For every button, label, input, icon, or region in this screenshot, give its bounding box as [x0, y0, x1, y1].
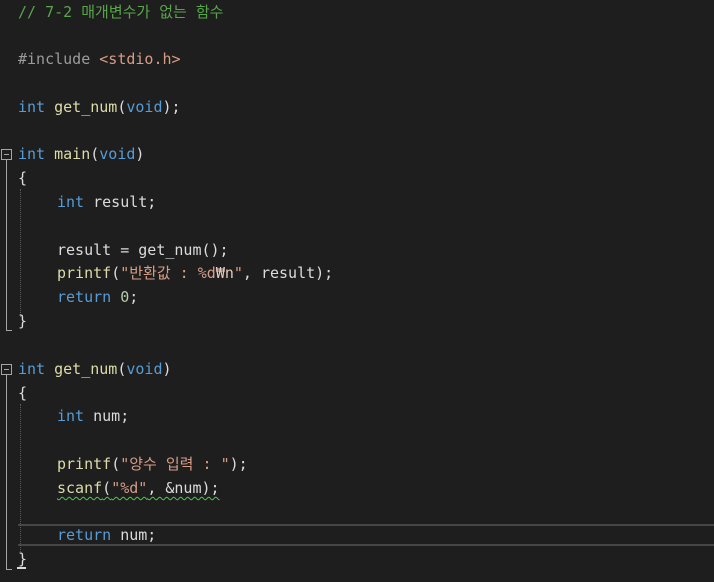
main-printf-rest: , result); — [242, 264, 334, 282]
scanf-warning-squiggle[interactable]: scanf("%d", &num); — [57, 479, 220, 497]
main-printf-escape: ₩n — [215, 264, 234, 282]
proto-function-name: get_num — [54, 98, 118, 116]
get-num-return-type: int — [18, 360, 46, 378]
code-line-get-num-brace-open[interactable]: { — [18, 382, 27, 405]
get-num-scanf-string: "%d" — [111, 479, 148, 497]
code-line-get-num-return[interactable]: return num; — [57, 524, 156, 547]
get-num-scanf-name: scanf — [57, 479, 103, 497]
main-paren-close: ) — [135, 145, 145, 163]
get-num-printf-string: "양수 입력 : " — [120, 455, 230, 473]
code-line-get-num-signature[interactable]: int get_num(void) — [18, 358, 172, 381]
code-line-main-brace-close[interactable]: } — [18, 310, 27, 333]
text-caret — [17, 567, 26, 569]
get-num-decl-type: int — [57, 407, 85, 425]
get-num-return-rest: num; — [111, 526, 157, 544]
code-line-main-signature[interactable]: int main(void) — [18, 143, 144, 166]
code-line-prototype[interactable]: int get_num(void); — [18, 96, 181, 119]
collapse-main-icon[interactable] — [1, 149, 12, 160]
fold-guide-get-num — [6, 375, 7, 569]
main-function-name: main — [54, 145, 91, 163]
proto-paren-close: ); — [162, 98, 181, 116]
code-line-get-num-scanf[interactable]: scanf("%d", &num); — [57, 477, 220, 500]
main-printf-open: ( — [111, 264, 121, 282]
indent-guide-main — [20, 189, 21, 317]
get-num-param: void — [126, 360, 163, 378]
main-decl-type: int — [57, 193, 85, 211]
proto-return-type: int — [18, 98, 46, 116]
main-printf-string: "반환값 : %d — [120, 264, 216, 282]
get-num-function-name: get_num — [54, 360, 118, 378]
code-line-comment[interactable]: // 7-2 매개변수가 없는 함수 — [18, 1, 223, 24]
main-paren-open: ( — [90, 145, 100, 163]
get-num-printf-end: ); — [229, 455, 248, 473]
get-num-printf-name: printf — [57, 455, 112, 473]
code-editor[interactable]: // 7-2 매개변수가 없는 함수 #include <stdio.h> in… — [0, 0, 714, 582]
main-return-type: int — [18, 145, 46, 163]
code-line-main-assign[interactable]: result = get_num(); — [57, 239, 229, 262]
code-line-main-brace-open[interactable]: { — [18, 167, 27, 190]
main-decl-name: result; — [84, 193, 157, 211]
get-num-paren-close: ) — [162, 360, 172, 378]
include-path: <stdio.h> — [99, 50, 181, 68]
code-line-include[interactable]: #include <stdio.h> — [18, 48, 181, 71]
code-line-get-num-decl[interactable]: int num; — [57, 405, 129, 428]
include-directive: #include — [18, 50, 91, 68]
get-num-return-keyword: return — [57, 526, 112, 544]
collapse-get-num-icon[interactable] — [1, 364, 12, 375]
main-param: void — [99, 145, 136, 163]
get-num-scanf-open: ( — [102, 479, 112, 497]
main-return-value: 0 — [120, 288, 130, 306]
proto-param: void — [126, 98, 163, 116]
indent-guide-get-num — [20, 404, 21, 554]
code-line-main-printf[interactable]: printf("반환값 : %d₩n", result); — [57, 262, 333, 285]
main-printf-name: printf — [57, 264, 112, 282]
fold-end-main — [6, 330, 12, 331]
get-num-printf-open: ( — [111, 455, 121, 473]
main-return-end: ; — [129, 288, 139, 306]
code-line-get-num-printf[interactable]: printf("양수 입력 : "); — [57, 453, 248, 476]
get-num-scanf-rest: , &num); — [147, 479, 220, 497]
code-line-main-return[interactable]: return 0; — [57, 286, 138, 309]
fold-guide-main — [6, 160, 7, 330]
main-return-keyword: return — [57, 288, 112, 306]
main-printf-string-end: " — [233, 264, 243, 282]
get-num-decl-name: num; — [84, 407, 130, 425]
fold-end-get-num — [6, 569, 12, 570]
code-line-main-decl[interactable]: int result; — [57, 191, 156, 214]
